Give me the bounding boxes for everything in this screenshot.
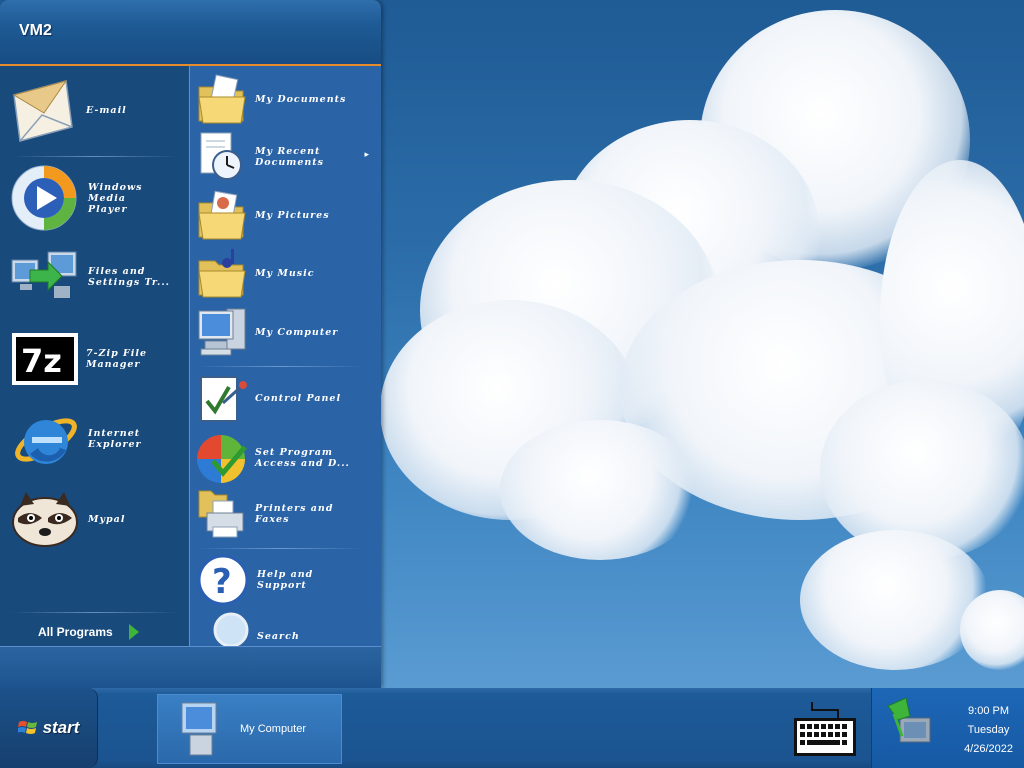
svg-text:7z: 7z	[21, 342, 62, 380]
network-connection-icon[interactable]	[884, 696, 938, 756]
email-envelope-icon	[10, 75, 76, 145]
my-computer-icon	[197, 305, 247, 359]
help-support-icon: ?	[197, 553, 249, 607]
taskbar-button-label: My Computer	[240, 723, 307, 735]
7zip-icon: 7z	[10, 331, 78, 387]
internet-explorer-icon	[10, 404, 80, 474]
pinned-item-label: Manager	[86, 359, 141, 370]
arrow-right-icon	[128, 624, 139, 640]
places-item-label: Support	[257, 580, 307, 591]
recent-documents-icon	[197, 131, 247, 183]
places-item-my-computer[interactable]: My Computer	[197, 304, 375, 360]
menu-separator	[10, 612, 178, 613]
places-item-label: Access and D...	[255, 458, 350, 469]
pinned-item-label: E-mail	[86, 104, 127, 116]
places-item-label: My Music	[255, 267, 315, 279]
submenu-arrow-icon: ▸	[364, 149, 369, 159]
pinned-item-label: Internet	[88, 428, 141, 439]
pinned-item-label: Settings Tr...	[88, 277, 170, 288]
pinned-item-label: Windows Media	[88, 181, 143, 204]
menu-separator	[197, 366, 365, 367]
pinned-item-windows-media-player[interactable]: Windows Media Player	[10, 162, 180, 234]
taskbar-button-my-computer[interactable]: My Computer	[157, 694, 342, 764]
files-settings-transfer-icon	[10, 246, 78, 308]
clock-day: Tuesday	[967, 724, 1010, 736]
windows-media-player-icon	[10, 163, 78, 233]
pinned-item-label: 7-Zip File	[86, 348, 148, 359]
my-computer-icon	[181, 702, 217, 756]
places-item-label: Control Panel	[255, 392, 342, 404]
places-item-label: Set Program	[255, 447, 333, 458]
places-item-label: My Recent	[255, 146, 321, 157]
start-button[interactable]: start	[0, 688, 98, 768]
places-item-label: My Documents	[255, 93, 347, 105]
clock-time: 9:00 PM	[968, 705, 1010, 717]
places-item-my-documents[interactable]: My Documents	[197, 72, 375, 126]
svg-text:?: ?	[212, 562, 232, 602]
pinned-item-label: Files and	[88, 266, 146, 277]
places-item-label: Help and	[257, 569, 314, 580]
clock-date: 4/26/2022	[964, 743, 1013, 755]
places-item-label: Documents	[255, 157, 325, 168]
pinned-item-label: Explorer	[88, 439, 142, 450]
places-item-my-recent-documents[interactable]: My Recent Documents ▸	[197, 130, 375, 184]
mypal-raccoon-icon	[10, 488, 80, 550]
places-item-my-music[interactable]: My Music	[197, 246, 375, 300]
clock[interactable]: 9:00 PM Tuesday 4/26/2022	[964, 702, 1013, 759]
my-documents-folder-icon	[197, 73, 247, 125]
control-panel-icon	[197, 371, 247, 425]
pinned-item-label: Player	[88, 203, 128, 215]
pinned-item-email[interactable]: E-mail	[10, 74, 180, 146]
system-tray: 9:00 PM Tuesday 4/26/2022	[871, 688, 1024, 768]
start-menu: VM2 E-mail Windows Media Player Files an…	[0, 0, 381, 688]
pinned-item-7zip[interactable]: 7z 7-Zip File Manager	[10, 326, 180, 392]
menu-separator	[197, 548, 365, 549]
cloud-shape	[500, 420, 700, 560]
places-item-label: My Pictures	[255, 209, 330, 221]
my-pictures-folder-icon	[197, 189, 247, 241]
places-item-set-program-access[interactable]: Set Program Access and D...	[197, 430, 375, 486]
all-programs-label: All Programs	[38, 625, 113, 639]
places-item-label: My Computer	[255, 326, 339, 338]
cloud-shape	[800, 530, 990, 670]
pinned-item-internet-explorer[interactable]: Internet Explorer	[10, 402, 180, 476]
places-item-label: Search	[257, 630, 300, 642]
user-name: VM2	[19, 22, 52, 39]
places-item-help-support[interactable]: ? Help and Support	[197, 552, 375, 608]
start-menu-header: VM2	[0, 0, 381, 66]
set-program-access-icon	[197, 431, 247, 485]
cloud-shape	[960, 590, 1024, 670]
search-magnifier-icon	[197, 612, 249, 648]
places-item-label: Printers and	[255, 503, 334, 514]
keyboard-language-icon[interactable]	[792, 700, 858, 758]
start-button-label: start	[42, 718, 80, 737]
windows-logo-icon	[17, 721, 37, 734]
menu-separator	[10, 156, 178, 157]
places-item-printers-faxes[interactable]: Printers and Faxes	[197, 486, 375, 542]
places-item-search[interactable]: Search	[197, 612, 375, 648]
taskbar: start My Computer 9:00 PM Tuesday 4/26/2…	[0, 688, 1024, 768]
pinned-item-files-settings-transfer[interactable]: Files and Settings Tr...	[10, 244, 180, 310]
places-item-label: Faxes	[255, 514, 290, 525]
my-music-folder-icon	[197, 247, 247, 299]
places-item-control-panel[interactable]: Control Panel	[197, 370, 375, 426]
pinned-item-label: Mypal	[88, 513, 126, 525]
places-item-my-pictures[interactable]: My Pictures	[197, 188, 375, 242]
printers-faxes-icon	[197, 487, 247, 541]
all-programs-button[interactable]: All Programs	[38, 624, 139, 640]
start-menu-footer	[0, 646, 381, 688]
pinned-item-mypal[interactable]: Mypal	[10, 486, 180, 552]
